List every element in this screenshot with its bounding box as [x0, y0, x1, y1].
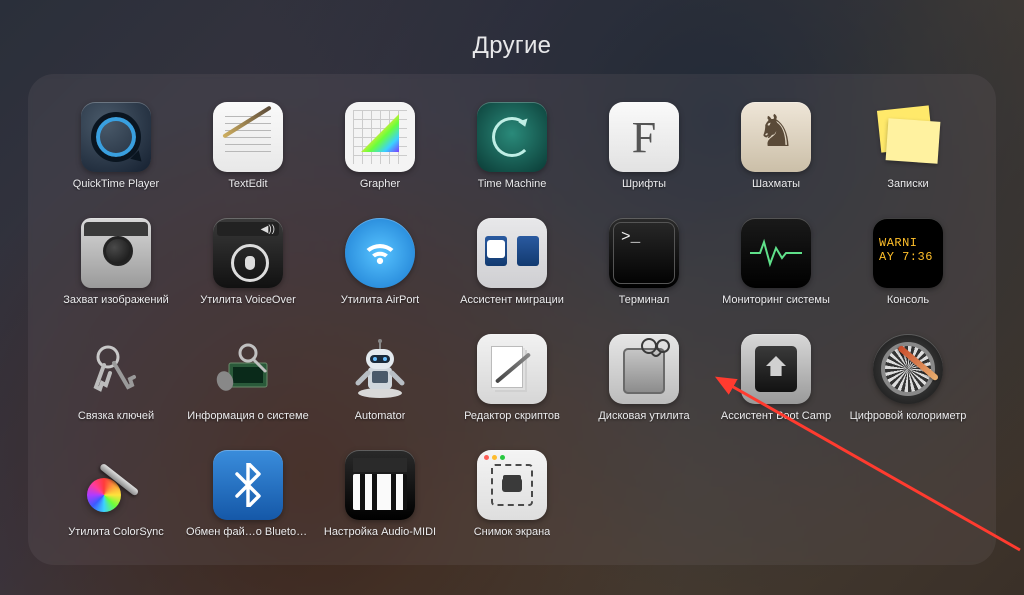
- colorimeter-icon: [873, 334, 943, 404]
- app-label: Шрифты: [622, 178, 666, 191]
- app-audiomidi[interactable]: Настройка Audio-MIDI: [316, 450, 444, 566]
- app-stickies[interactable]: Записки: [844, 102, 972, 218]
- script-editor-icon: [477, 334, 547, 404]
- app-label: Записки: [887, 178, 928, 191]
- app-fonts[interactable]: Шрифты: [580, 102, 708, 218]
- chess-icon: [741, 102, 811, 172]
- app-keychain[interactable]: Связка ключей: [52, 334, 180, 450]
- folder-title: Другие: [0, 32, 1024, 60]
- app-chess[interactable]: Шахматы: [712, 102, 840, 218]
- app-label: Ассистент Boot Camp: [721, 410, 831, 423]
- audio-midi-icon: [345, 450, 415, 520]
- fontbook-icon: [609, 102, 679, 172]
- app-screenshot[interactable]: Снимок экрана: [448, 450, 576, 566]
- migration-icon: [477, 218, 547, 288]
- grapher-icon: [345, 102, 415, 172]
- app-colorimeter[interactable]: Цифровой колориметр: [844, 334, 972, 450]
- app-sysinfo[interactable]: Информация о системе: [184, 334, 312, 450]
- app-migration[interactable]: Ассистент миграции: [448, 218, 576, 334]
- bluetooth-icon: [213, 450, 283, 520]
- system-info-icon: [213, 334, 283, 404]
- app-grapher[interactable]: Grapher: [316, 102, 444, 218]
- app-label: Мониторинг системы: [722, 294, 830, 307]
- app-scripteditor[interactable]: Редактор скриптов: [448, 334, 576, 450]
- app-console[interactable]: WARNI AY 7:36 Консоль: [844, 218, 972, 334]
- app-textedit[interactable]: TextEdit: [184, 102, 312, 218]
- app-label: Утилита ColorSync: [68, 526, 164, 539]
- app-label: Дисковая утилита: [598, 410, 689, 423]
- app-label: Automator: [355, 410, 406, 423]
- app-diskutility[interactable]: Дисковая утилита: [580, 334, 708, 450]
- app-label: Захват изображений: [63, 294, 169, 307]
- disk-utility-icon: [609, 334, 679, 404]
- quicktime-icon: [81, 102, 151, 172]
- app-automator[interactable]: Automator: [316, 334, 444, 450]
- app-label: Снимок экрана: [474, 526, 551, 539]
- app-label: TextEdit: [228, 178, 267, 191]
- automator-robot-icon: [345, 334, 415, 404]
- app-label: Информация о системе: [187, 410, 308, 423]
- app-terminal[interactable]: Терминал: [580, 218, 708, 334]
- timemachine-icon: [477, 102, 547, 172]
- app-label: Редактор скриптов: [464, 410, 560, 423]
- app-label: Цифровой колориметр: [850, 410, 967, 423]
- app-label: Шахматы: [752, 178, 800, 191]
- app-label: Настройка Audio-MIDI: [324, 526, 436, 539]
- app-label: Утилита AirPort: [341, 294, 419, 307]
- app-label: Time Machine: [478, 178, 547, 191]
- bootcamp-icon: [741, 334, 811, 404]
- terminal-icon: [609, 218, 679, 288]
- app-label: QuickTime Player: [73, 178, 159, 191]
- app-label: Grapher: [360, 178, 400, 191]
- app-voiceover[interactable]: ◀)) Утилита VoiceOver: [184, 218, 312, 334]
- app-quicktime[interactable]: QuickTime Player: [52, 102, 180, 218]
- stickies-icon: [873, 102, 943, 172]
- app-timemachine[interactable]: Time Machine: [448, 102, 576, 218]
- app-bluetooth[interactable]: Обмен фай…o Bluetooth: [184, 450, 312, 566]
- voiceover-icon: ◀)): [213, 218, 283, 288]
- app-label: Консоль: [887, 294, 929, 307]
- app-label: Связка ключей: [78, 410, 154, 423]
- colorsync-icon: [81, 450, 151, 520]
- app-label: Терминал: [619, 294, 670, 307]
- app-bootcamp[interactable]: Ассистент Boot Camp: [712, 334, 840, 450]
- app-activity[interactable]: Мониторинг системы: [712, 218, 840, 334]
- launchpad-folder-panel: QuickTime Player TextEdit Grapher Time M…: [28, 74, 996, 565]
- app-label: Ассистент миграции: [460, 294, 564, 307]
- console-text: WARNI AY 7:36: [879, 236, 933, 264]
- app-label: Утилита VoiceOver: [200, 294, 296, 307]
- activity-monitor-icon: [741, 218, 811, 288]
- screenshot-icon: [477, 450, 547, 520]
- camera-icon: [81, 218, 151, 288]
- app-grid: QuickTime Player TextEdit Grapher Time M…: [52, 102, 972, 566]
- app-airport[interactable]: Утилита AirPort: [316, 218, 444, 334]
- console-icon: WARNI AY 7:36: [873, 218, 943, 288]
- textedit-icon: [213, 102, 283, 172]
- keychain-icon: [81, 334, 151, 404]
- app-label: Обмен фай…o Bluetooth: [186, 526, 310, 539]
- app-imagecapture[interactable]: Захват изображений: [52, 218, 180, 334]
- app-colorsync[interactable]: Утилита ColorSync: [52, 450, 180, 566]
- wifi-icon: [345, 218, 415, 288]
